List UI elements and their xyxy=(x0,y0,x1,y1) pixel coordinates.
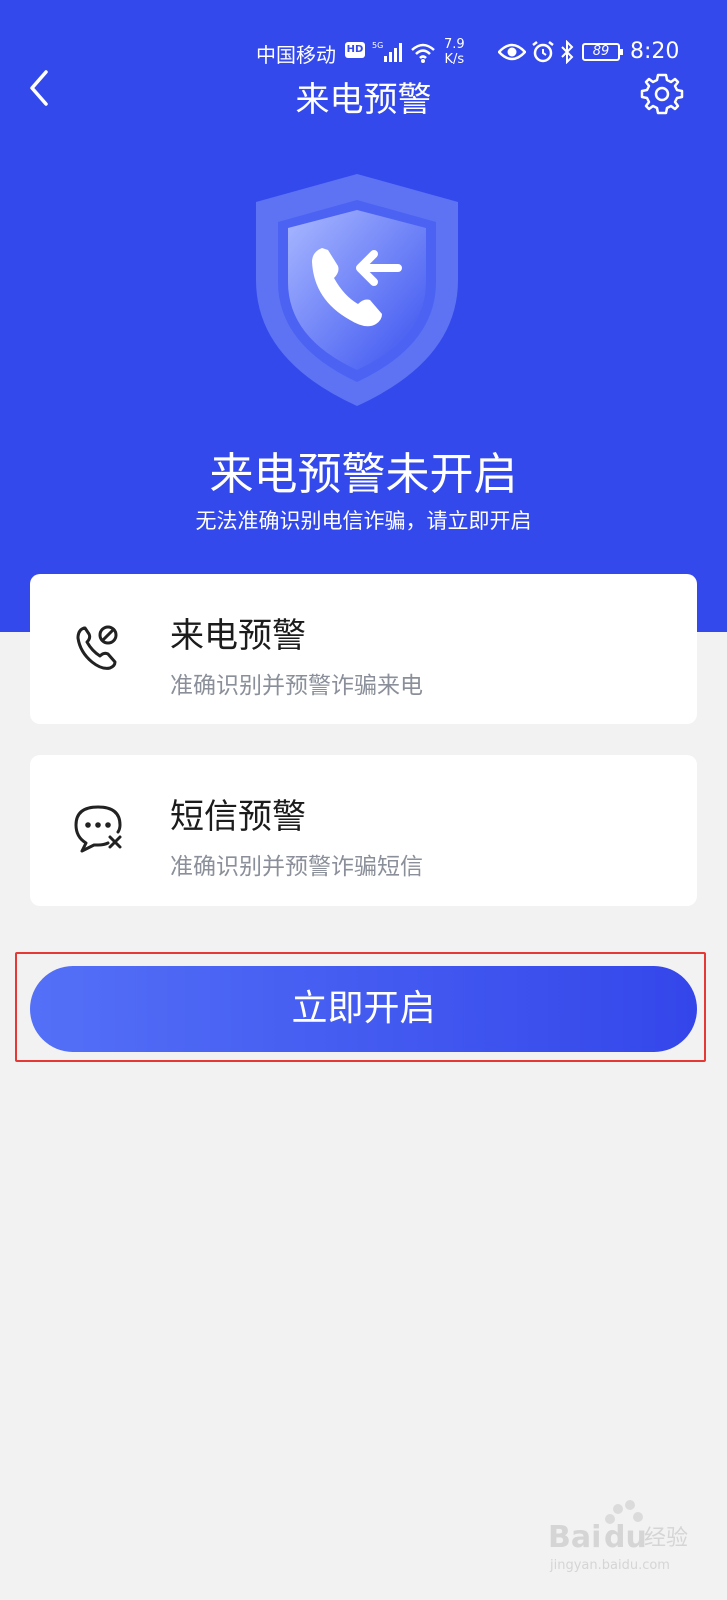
wifi-icon xyxy=(411,43,435,63)
feature-description: 准确识别并预警诈骗短信 xyxy=(170,854,423,880)
carrier-label: 中国移动 xyxy=(256,43,336,67)
svg-text:5G: 5G xyxy=(372,41,383,50)
feature-title: 短信预警 xyxy=(170,797,306,837)
feature-card-sms-warning[interactable]: 短信预警 准确识别并预警诈骗短信 xyxy=(30,755,697,906)
battery-indicator: 89 xyxy=(582,43,623,61)
page-title: 来电预警 xyxy=(295,80,432,120)
svg-text:jingyan.baidu.com: jingyan.baidu.com xyxy=(549,1558,670,1573)
speed-unit: K/s xyxy=(444,52,465,67)
phone-block-icon xyxy=(76,625,118,670)
signal-icon: 5G xyxy=(372,41,402,62)
bluetooth-icon xyxy=(561,40,574,64)
svg-text:du: du xyxy=(604,1520,647,1555)
baidu-jingyan-watermark: Bai du 经验 jingyan.baidu.com xyxy=(548,1500,688,1573)
svg-text:Bai: Bai xyxy=(548,1520,601,1555)
eye-icon xyxy=(498,43,526,61)
feature-card-call-warning[interactable]: 来电预警 准确识别并预警诈骗来电 xyxy=(30,574,697,724)
protection-status-subtitle: 无法准确识别电信诈骗，请立即开启 xyxy=(195,509,532,533)
message-block-icon xyxy=(74,805,122,853)
status-bar: 中国移动 HD 5G 7.9 K/s 89 8:20 xyxy=(0,36,727,70)
feature-description: 准确识别并预警诈骗来电 xyxy=(170,673,423,699)
speed-value: 7.9 xyxy=(444,37,465,52)
svg-text:经验: 经验 xyxy=(644,1526,688,1551)
gear-icon[interactable] xyxy=(640,72,684,116)
alarm-icon xyxy=(532,41,554,63)
clock: 8:20 xyxy=(630,39,680,64)
shield-phone-icon xyxy=(256,174,458,406)
network-speed: 7.9 K/s xyxy=(444,37,465,67)
enable-now-button[interactable]: 立即开启 xyxy=(30,966,697,1052)
feature-title: 来电预警 xyxy=(170,616,306,656)
hd-badge: HD xyxy=(345,42,365,58)
protection-status-title: 来电预警未开启 xyxy=(209,449,518,500)
